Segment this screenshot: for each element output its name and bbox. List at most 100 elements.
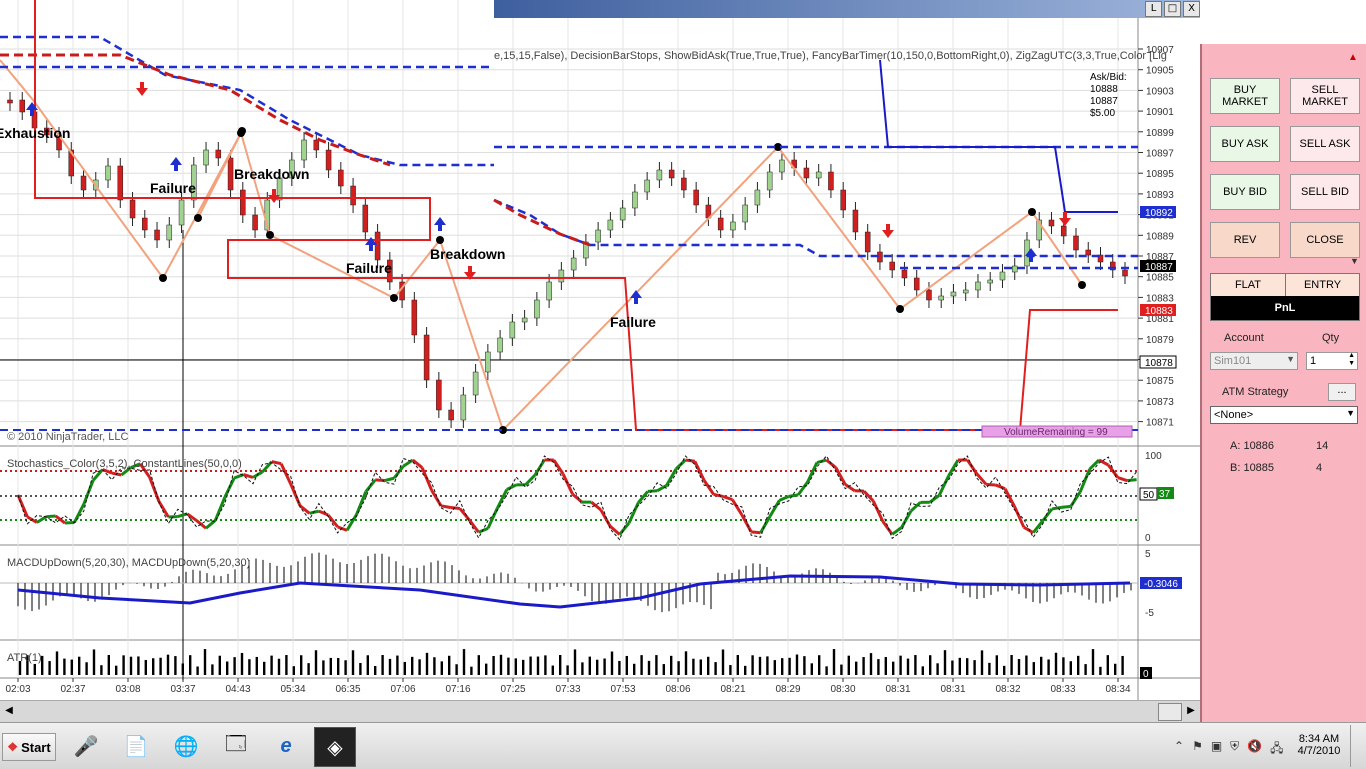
panel-collapse-icon[interactable]: ▲ — [1348, 52, 1358, 63]
candle — [1123, 270, 1128, 276]
candle — [804, 168, 809, 178]
stoch-k-line — [986, 484, 995, 485]
swing-point — [436, 236, 444, 244]
document-icon[interactable]: 📄 — [116, 727, 156, 765]
reverse-button[interactable]: REV — [1210, 222, 1280, 258]
window-titlebar[interactable]: L □ X — [494, 0, 1200, 18]
candle — [424, 335, 429, 380]
stoch-k-line — [761, 516, 770, 532]
sell-market-button[interactable]: SELL MARKET — [1290, 78, 1360, 114]
stoch-k-line — [601, 510, 610, 526]
candle — [816, 172, 821, 178]
sell-ask-button[interactable]: SELL ASK — [1290, 126, 1360, 162]
flag-icon[interactable]: ⚑ — [1192, 739, 1203, 760]
askbid-value: $5.00 — [1090, 108, 1115, 119]
bid-price-label: B: 10885 — [1230, 462, 1274, 474]
stoch-k-line — [883, 521, 892, 534]
swing-point — [159, 274, 167, 282]
buy-market-button[interactable]: BUY MARKET — [1210, 78, 1280, 114]
qty-stepper[interactable]: 1 ▲▼ — [1306, 352, 1358, 370]
stoch-k-line — [704, 480, 713, 494]
stoch-k-line — [65, 522, 74, 523]
candle — [620, 208, 625, 220]
candle — [841, 190, 846, 210]
price-tick-label: 10871 — [1146, 418, 1174, 429]
candle — [718, 218, 723, 230]
time-tick-label: 08:33 — [1050, 684, 1075, 695]
candle — [1073, 236, 1078, 250]
candle — [645, 180, 650, 192]
account-select[interactable]: Sim101 ▼ — [1210, 352, 1298, 370]
chevron-down-icon[interactable]: ▼ — [1286, 354, 1295, 364]
qty-value: 1 — [1310, 355, 1316, 367]
device-icon[interactable]: ▣ — [1211, 739, 1222, 760]
show-desktop-button[interactable] — [1350, 725, 1365, 767]
tray-expand-icon[interactable]: ⌃ — [1174, 739, 1184, 760]
restore-button[interactable]: □ — [1164, 1, 1181, 17]
candle — [1012, 266, 1017, 272]
swing-point — [1028, 208, 1036, 216]
time-tick-label: 02:03 — [5, 684, 30, 695]
candle — [755, 190, 760, 205]
copyright-label: © 2010 NinjaTrader, LLC — [7, 431, 128, 443]
candle — [485, 352, 490, 372]
candle — [302, 140, 307, 160]
atm-options-button[interactable]: ... — [1328, 383, 1356, 401]
internet-explorer-icon[interactable]: e — [266, 727, 306, 765]
panel-top-strip — [1200, 18, 1366, 44]
stoch-k-line — [620, 523, 629, 535]
time-tick-label: 08:32 — [995, 684, 1020, 695]
indicator-string: e,15,15,False), DecisionBarStops, ShowBi… — [494, 50, 1167, 62]
buy-ask-button[interactable]: BUY ASK — [1210, 126, 1280, 162]
position-box: FLAT ENTRY PnL — [1210, 273, 1360, 321]
stoch-k-line — [272, 462, 281, 464]
time-tick-label: 02:37 — [60, 684, 85, 695]
price-flag-blue-text: 10892 — [1145, 208, 1173, 219]
buy-bid-button[interactable]: BUY BID — [1210, 174, 1280, 210]
close-window-button[interactable]: X — [1183, 1, 1200, 17]
candle — [547, 282, 552, 300]
time-tick-label: 04:43 — [225, 684, 250, 695]
window-icon[interactable]: 🗔 — [216, 727, 256, 765]
entry-price-label: ENTRY — [1286, 274, 1359, 296]
qty-label: Qty — [1322, 332, 1339, 344]
candle — [730, 222, 735, 230]
stoch-flag-50-text: 50 — [1143, 490, 1155, 501]
start-button[interactable]: ❖ Start — [2, 733, 56, 761]
chart-area[interactable]: 1090710905109031090110899108971089510893… — [0, 0, 1200, 700]
candle — [363, 205, 368, 232]
annotation-exhaustion: Exhaustion — [0, 125, 70, 141]
close-position-button[interactable]: CLOSE — [1290, 222, 1360, 258]
network-error-icon[interactable]: 🖧 — [1270, 739, 1283, 760]
position-status: FLAT — [1211, 274, 1286, 296]
bid-size: 4 — [1316, 462, 1322, 474]
time-tick-label: 08:34 — [1105, 684, 1130, 695]
atr-label: ATR(1) — [7, 652, 42, 664]
candle — [1086, 250, 1091, 255]
time-tick-label: 08:21 — [720, 684, 745, 695]
minimize-button[interactable]: L — [1145, 1, 1162, 17]
time-tick-label: 07:16 — [445, 684, 470, 695]
candle — [498, 338, 503, 352]
att-globe-icon[interactable]: 🌐 — [166, 727, 206, 765]
scroll-thumb[interactable] — [1158, 703, 1182, 721]
chevron-down-icon[interactable]: ▼ — [1346, 408, 1355, 418]
stepper-arrows-icon[interactable]: ▲▼ — [1348, 352, 1355, 368]
security-icon[interactable]: ⛨ — [1230, 739, 1239, 760]
volume-muted-icon[interactable]: 🔇 — [1247, 739, 1262, 760]
sell-bid-button[interactable]: SELL BID — [1290, 174, 1360, 210]
scroll-right-button[interactable]: ▶ — [1184, 703, 1198, 719]
annotation-breakdown-1: Breakdown — [234, 166, 309, 182]
swing-point — [266, 231, 274, 239]
ninjatrader-icon[interactable]: ◈ — [314, 727, 356, 767]
scroll-left-button[interactable]: ◀ — [2, 703, 16, 719]
clock[interactable]: 8:34 AM 4/7/2010 — [1296, 733, 1342, 757]
candle — [155, 230, 160, 240]
askbid-ask: 10888 — [1090, 84, 1118, 95]
stoch-k-line — [1005, 489, 1014, 507]
atm-strategy-select[interactable]: <None> ▼ — [1210, 406, 1358, 424]
candle — [559, 270, 564, 282]
candle — [253, 215, 258, 230]
horizontal-scrollbar[interactable]: ◀ ▶ — [0, 700, 1200, 723]
microphone-icon[interactable]: 🎤 — [66, 727, 106, 765]
